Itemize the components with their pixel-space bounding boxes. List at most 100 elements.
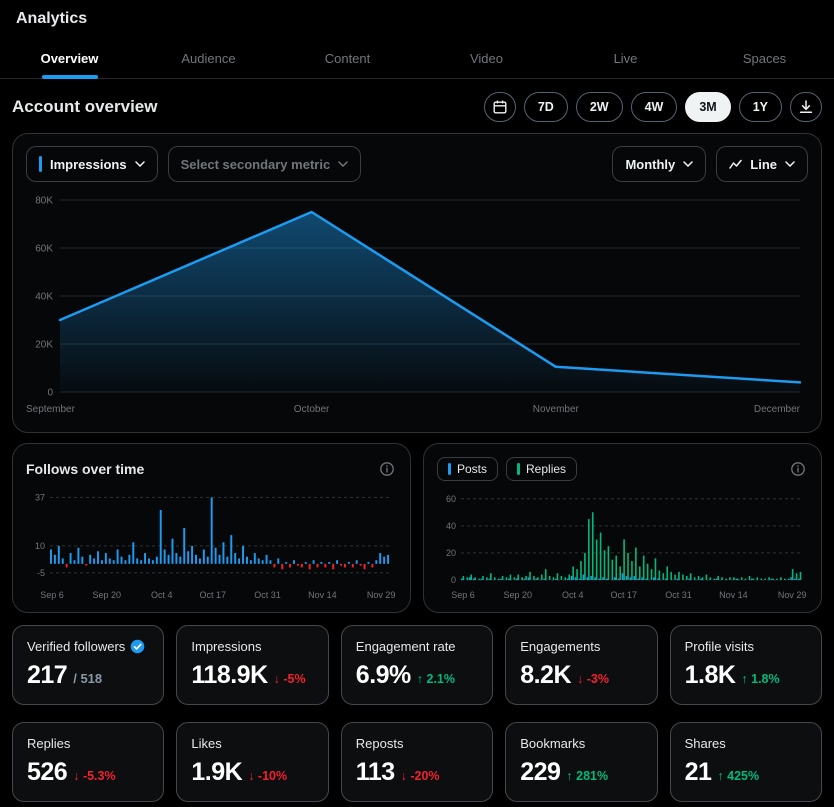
calendar-button[interactable] [483,92,516,122]
svg-text:20: 20 [446,548,456,558]
metric-delta: ↑ 281% [566,769,609,783]
svg-text:Oct 4: Oct 4 [562,590,584,600]
metric-value: 229 [520,758,561,786]
svg-text:Oct 17: Oct 17 [610,590,637,600]
impressions-card: Impressions Select secondary metric Mont… [12,133,822,433]
metric-value: 526 [27,758,68,786]
info-icon [791,462,805,476]
svg-text:40K: 40K [35,292,53,303]
follows-card-title: Follows over time [26,461,145,477]
metric-card-verified-followers: Verified followers 217 / 518 [12,625,165,705]
legend-replies-label: Replies [526,462,567,476]
svg-text:September: September [26,404,76,415]
posts-replies-info-button[interactable] [788,459,808,479]
legend-replies-chip[interactable]: Replies [506,457,578,481]
chevron-down-icon [785,161,795,167]
metric-value: 6.9% [355,661,411,689]
metric-label: Engagements [520,639,601,654]
svg-text:Oct 31: Oct 31 [665,590,692,600]
svg-text:Oct 4: Oct 4 [151,590,173,600]
metric-label: Reposts [355,736,404,751]
chevron-down-icon [338,161,348,167]
metric-label: Replies [27,736,71,751]
metric-value: 21 [684,758,712,786]
metric-label: Likes [191,736,222,751]
tab-content[interactable]: Content [278,38,417,78]
legend-posts-label: Posts [457,462,488,476]
metric-delta: ↓ -5% [273,672,306,686]
svg-text:-5: -5 [37,568,45,578]
metrics-row-2: Replies 526 ↓ -5.3% Likes 1.9K ↓ -10% Re… [12,722,822,802]
svg-text:Sep 20: Sep 20 [93,590,122,600]
tab-audience[interactable]: Audience [139,38,278,78]
svg-text:Nov 14: Nov 14 [719,590,748,600]
svg-text:60K: 60K [35,244,53,255]
chart-legend: Posts Replies [437,457,578,481]
svg-text:Oct 17: Oct 17 [199,590,226,600]
metric-value: 8.2K [520,661,571,689]
metric-card-engagement-rate: Engagement rate 6.9% ↑ 2.1% [340,625,494,705]
impressions-chart[interactable]: 0 20K 40K 60K 80K September October November Dec… [26,186,808,424]
download-icon [799,100,813,114]
metric-label: Verified followers [27,639,126,654]
follows-card: Follows over time 37 10 -5 Sep 6 Sep 20 Oct 4… [12,443,411,613]
tab-overview[interactable]: Overview [0,38,139,78]
svg-text:December: December [754,404,801,415]
legend-posts-chip[interactable]: Posts [437,457,499,481]
metric-card-impressions: Impressions 118.9K ↓ -5% [176,625,329,705]
svg-text:40: 40 [446,521,456,531]
metric-value: 1.9K [191,758,243,786]
replies-color-swatch [517,463,521,475]
metric-card-likes: Likes 1.9K ↓ -10% [176,722,329,802]
svg-text:Sep 6: Sep 6 [451,590,475,600]
page-title: Analytics [16,10,88,27]
tab-bar: Overview Audience Content Video Live Spa… [0,38,834,79]
svg-text:37: 37 [35,492,45,502]
tab-video[interactable]: Video [417,38,556,78]
tab-live[interactable]: Live [556,38,695,78]
metric-card-engagements: Engagements 8.2K ↓ -3% [505,625,658,705]
range-7d[interactable]: 7D [523,92,568,122]
range-2w[interactable]: 2W [575,92,623,122]
range-4w[interactable]: 4W [630,92,678,122]
svg-text:Nov 14: Nov 14 [308,590,337,600]
interval-label: Monthly [625,156,676,172]
range-3m[interactable]: 3M [685,92,731,122]
metric-card-bookmarks: Bookmarks 229 ↑ 281% [505,722,658,802]
metric-label: Impressions [191,639,262,654]
metric-card-shares: Shares 21 ↑ 425% [669,722,822,802]
svg-text:Sep 6: Sep 6 [40,590,64,600]
svg-text:Oct 31: Oct 31 [254,590,281,600]
metric-delta: ↑ 2.1% [416,672,455,686]
line-chart-icon [729,159,743,169]
interval-dropdown[interactable]: Monthly [612,146,707,182]
chevron-down-icon [134,161,145,167]
section-title: Account overview [12,97,158,116]
svg-text:10: 10 [35,541,45,551]
metric-label: Shares [684,736,726,751]
verified-badge-icon [130,639,145,654]
app-header: Analytics [0,0,834,38]
range-1y[interactable]: 1Y [738,92,782,122]
metric-label: Profile visits [684,639,754,654]
metric-delta: ↑ 1.8% [741,672,780,686]
svg-text:October: October [294,404,330,415]
info-icon [380,462,394,476]
tab-spaces[interactable]: Spaces [695,38,834,78]
follows-info-button[interactable] [377,459,397,479]
posts-color-swatch [448,463,451,475]
follows-chart[interactable]: 37 10 -5 Sep 6 Sep 20 Oct 4 Oct 17 Oct 31 Nov 14… [26,484,397,606]
metric-value: 113 [355,758,395,786]
primary-metric-dropdown[interactable]: Impressions [26,146,158,182]
svg-text:80K: 80K [35,196,53,207]
secondary-metric-dropdown[interactable]: Select secondary metric [167,146,362,182]
metric-card-replies: Replies 526 ↓ -5.3% [12,722,165,802]
svg-text:0: 0 [451,575,456,585]
metric-suffix: / 518 [73,671,103,686]
primary-metric-label: Impressions [50,156,127,172]
chart-type-dropdown[interactable]: Line [716,146,808,182]
metric-delta: ↑ 425% [717,769,760,783]
range-selector: 7D 2W 4W 3M 1Y [483,92,822,122]
download-button[interactable] [790,92,822,122]
posts-replies-chart[interactable]: 60 40 20 0 Sep 6 Sep 20 Oct 4 Oct 17 Oct 31 Nov 1… [437,484,808,606]
